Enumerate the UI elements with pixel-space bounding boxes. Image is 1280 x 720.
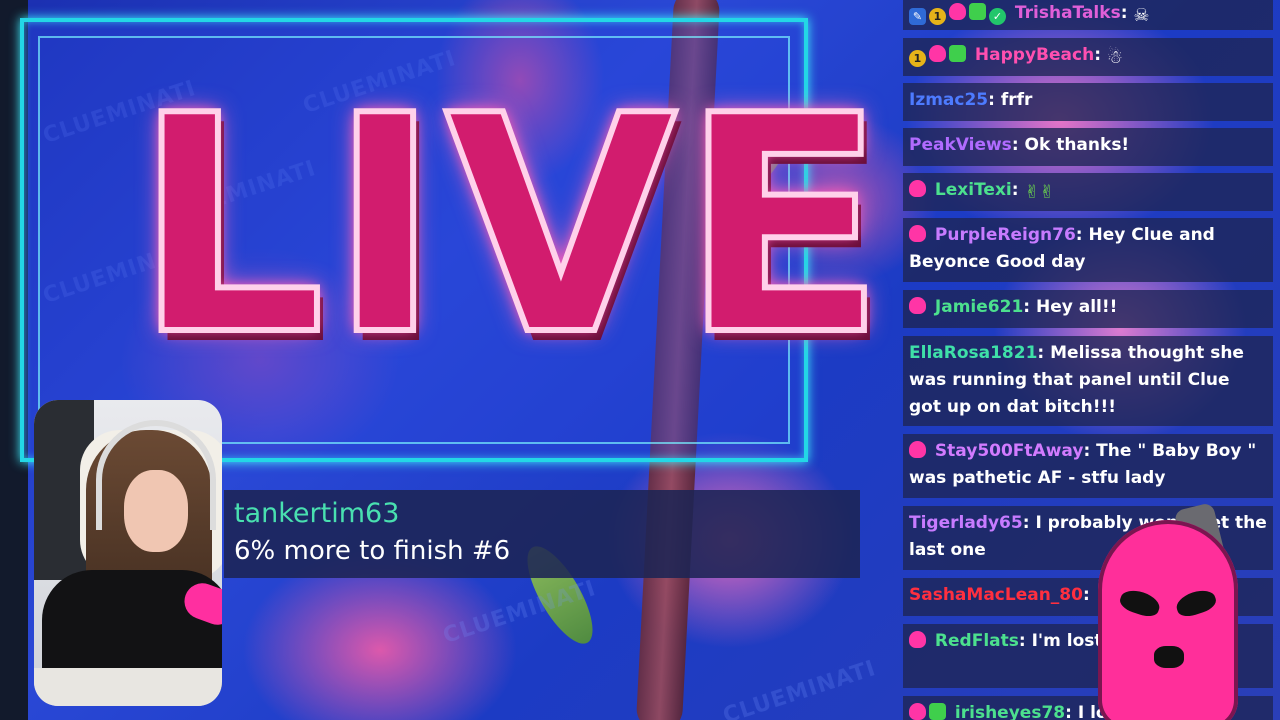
ski-mask-mascot-icon bbox=[1098, 520, 1238, 720]
alert-username: tankertim63 bbox=[234, 498, 400, 529]
dancing-emote-icon: ✌✌ bbox=[1024, 182, 1055, 203]
stream-alert: tankertim63 6% more to finish #6 bbox=[224, 490, 860, 578]
mascot-eye bbox=[1117, 586, 1163, 620]
mascot-eye bbox=[1173, 586, 1219, 620]
chat-username[interactable]: EllaRosa1821 bbox=[909, 343, 1037, 363]
alert-message: 6% more to finish #6 bbox=[234, 536, 511, 566]
gift-badge-icon bbox=[969, 3, 986, 20]
live-frame: LIVE bbox=[20, 18, 890, 462]
mascot-mouth bbox=[1154, 646, 1184, 668]
chat-username[interactable]: irisheyes78 bbox=[955, 703, 1065, 720]
chat-username[interactable]: PurpleReign76 bbox=[935, 225, 1076, 245]
watermark: CLUEMINATI bbox=[720, 656, 880, 720]
mask-badge-icon bbox=[909, 703, 926, 720]
mask-badge-icon bbox=[909, 441, 926, 458]
chat-message: ✎ 1 ✓ TrishaTalks: ☠ bbox=[903, 0, 1273, 30]
mask-badge-icon bbox=[909, 225, 926, 242]
wrench-badge-icon: ✎ bbox=[909, 8, 926, 25]
chat-message: Stay500FtAway: The " Baby Boy " was path… bbox=[903, 434, 1273, 498]
chat-username[interactable]: LexiTexi bbox=[935, 180, 1012, 200]
gift-badge-icon bbox=[949, 45, 966, 62]
chat-username[interactable]: Stay500FtAway bbox=[935, 441, 1084, 461]
chat-message: LexiTexi: ✌✌ bbox=[903, 173, 1273, 211]
chat-username[interactable]: HappyBeach bbox=[975, 45, 1094, 65]
gift-badge-icon bbox=[929, 703, 946, 720]
chat-username[interactable]: PeakViews bbox=[909, 135, 1012, 155]
mask-badge-icon bbox=[909, 180, 926, 197]
mask-badge-icon bbox=[949, 3, 966, 20]
chat-message: PeakViews: Ok thanks! bbox=[903, 128, 1273, 166]
chat-username[interactable]: Tigerlady65 bbox=[909, 513, 1023, 533]
headset-icon bbox=[96, 420, 216, 530]
chat-message: Jamie621: Hey all!! bbox=[903, 290, 1273, 328]
mask-badge-icon bbox=[909, 297, 926, 314]
chat-username[interactable]: RedFlats bbox=[935, 631, 1019, 651]
chat-text: Hey all!! bbox=[1036, 297, 1118, 317]
chat-username[interactable]: TrishaTalks bbox=[1015, 3, 1121, 23]
desk bbox=[34, 668, 222, 706]
skull-emote-icon: ☠ bbox=[1133, 5, 1150, 26]
snowman-emote-icon: ☃ bbox=[1106, 47, 1124, 68]
one-badge-icon: 1 bbox=[929, 8, 946, 25]
chat-username[interactable]: SashaMacLean_80 bbox=[909, 585, 1083, 605]
mask-badge-icon bbox=[909, 631, 926, 648]
mask-badge-icon bbox=[929, 45, 946, 62]
webcam-feed bbox=[34, 400, 222, 706]
chat-message: Izmac25: frfr bbox=[903, 83, 1273, 121]
chat-message: EllaRosa1821: Melissa thought she was ru… bbox=[903, 336, 1273, 426]
verified-badge-icon: ✓ bbox=[989, 8, 1006, 25]
chat-username[interactable]: Izmac25 bbox=[909, 90, 988, 110]
chat-text: Ok thanks! bbox=[1024, 135, 1130, 155]
one-badge-icon: 1 bbox=[909, 50, 926, 67]
chat-message: 1 HappyBeach: ☃ bbox=[903, 38, 1273, 76]
chat-message: PurpleReign76: Hey Clue and Beyonce Good… bbox=[903, 218, 1273, 282]
chat-username[interactable]: Jamie621 bbox=[935, 297, 1023, 317]
chat-text: frfr bbox=[1000, 90, 1033, 110]
live-label: LIVE bbox=[131, 52, 890, 401]
